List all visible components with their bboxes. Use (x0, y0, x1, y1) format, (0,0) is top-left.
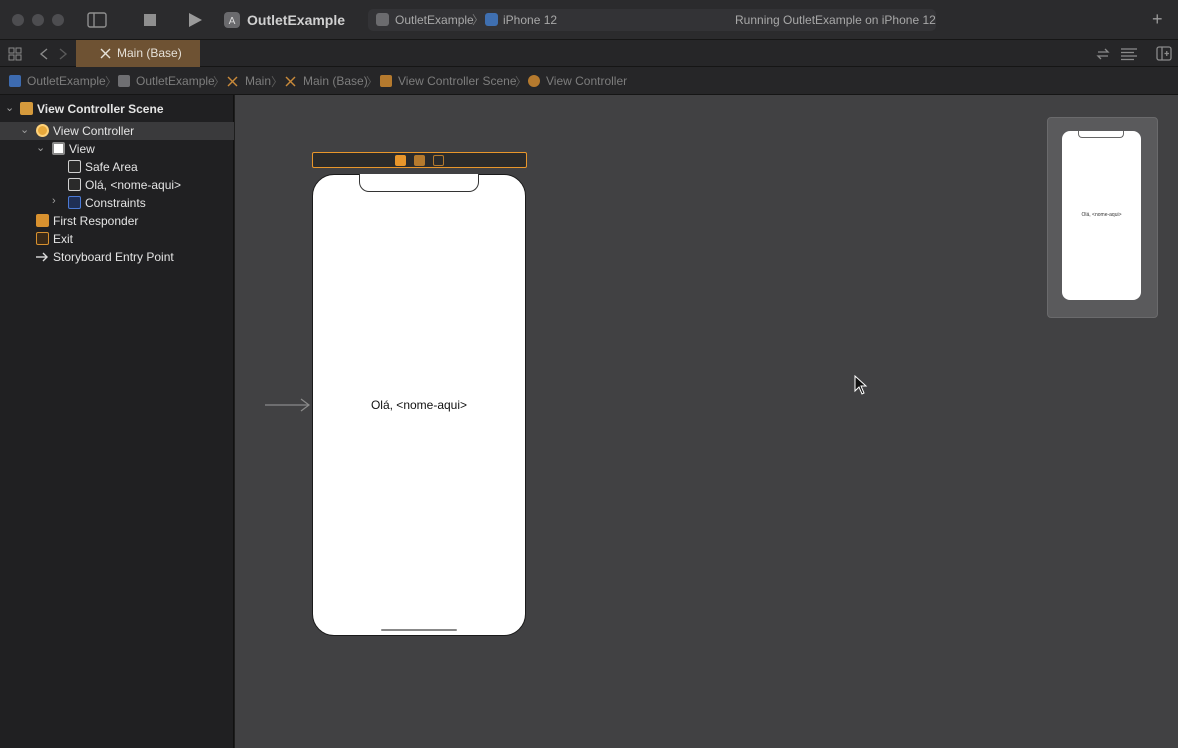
chevron-right-icon: 〉 (105, 75, 118, 89)
scheme-app-icon (376, 13, 389, 26)
storyboard-icon (100, 48, 111, 59)
chevron-right-icon: 〉 (366, 75, 379, 89)
outline-item-safe-area[interactable]: Safe Area (0, 158, 234, 176)
chevron-right-icon: 〉 (271, 75, 284, 89)
minimap-label: Olá, <nome-aqui> (1081, 212, 1122, 218)
svg-text:A: A (229, 16, 236, 27)
device-notch (1078, 131, 1124, 138)
chevron-down-icon[interactable]: ⌄ (20, 123, 29, 136)
outline-item-label: Safe Area (85, 160, 138, 174)
breadcrumb-item[interactable]: Main (245, 74, 271, 88)
chevron-right-icon[interactable]: › (52, 195, 56, 207)
chevron-down-icon[interactable]: ⌄ (5, 101, 14, 114)
first-responder-icon[interactable] (414, 155, 425, 166)
breadcrumb: OutletExample 〉 OutletExample 〉 Main 〉 M… (0, 67, 1178, 95)
breadcrumb-item[interactable]: OutletExample (27, 74, 106, 88)
project-icon (9, 75, 21, 87)
chevron-down-icon[interactable]: ⌄ (36, 141, 45, 154)
breadcrumb-item[interactable]: Main (Base) (303, 74, 368, 88)
outline-item-view-controller[interactable]: ⌄ View Controller (0, 122, 234, 140)
view-controller-icon[interactable] (395, 155, 406, 166)
outline-item-constraints[interactable]: › Constraints (0, 194, 234, 212)
xcode-app-icon: A (224, 12, 240, 28)
home-indicator (381, 629, 457, 631)
tab-main-base[interactable]: Main (Base) (76, 40, 200, 67)
minimap[interactable]: Olá, <nome-aqui> (1047, 117, 1158, 318)
forward-icon[interactable] (57, 47, 69, 61)
minimize-window-button[interactable] (32, 14, 44, 26)
chevron-right-icon: 〉 (472, 13, 485, 27)
scheme-project-label: OutletExample (395, 13, 474, 27)
zoom-window-button[interactable] (52, 14, 64, 26)
view-controller-icon (36, 124, 49, 137)
view-controller-icon (528, 75, 540, 87)
device-notch (359, 174, 479, 192)
scheme-device-label[interactable]: iPhone 12 (503, 13, 557, 27)
chevron-right-icon: 〉 (515, 75, 528, 89)
view-controller-frame[interactable]: Olá, <nome-aqui> (312, 174, 526, 636)
safe-area-icon (68, 160, 81, 173)
outline-item-label: View Controller Scene (37, 102, 164, 116)
outline-item-label: Exit (53, 232, 74, 246)
storyboard-icon (285, 76, 296, 87)
breadcrumb-item[interactable]: View Controller (546, 74, 627, 88)
greeting-label[interactable]: Olá, <nome-aqui> (313, 398, 525, 412)
entry-point-arrow-icon[interactable] (265, 396, 311, 414)
document-outline: ⌄ View Controller Scene ⌄ View Controlle… (0, 95, 234, 748)
activity-status: Running OutletExample on iPhone 12 (735, 13, 936, 27)
scheme-selector[interactable]: OutletExample 〉 iPhone 12 Running Outlet… (368, 9, 936, 31)
outline-item-label: First Responder (53, 214, 139, 228)
add-editor-icon[interactable] (1156, 46, 1172, 61)
outline-item-label: Storyboard Entry Point (53, 250, 174, 264)
outline-item-label: Olá, <nome-aqui> (85, 178, 182, 192)
tab-label: Main (Base) (117, 46, 182, 60)
breadcrumb-item[interactable]: View Controller Scene (398, 74, 517, 88)
swap-icon[interactable] (1096, 47, 1110, 61)
outline-item-first-responder[interactable]: First Responder (0, 212, 234, 230)
view-icon (52, 142, 65, 155)
outline-item-label-element[interactable]: Olá, <nome-aqui> (0, 176, 234, 194)
outline-item-label: View (69, 142, 95, 156)
exit-icon (36, 232, 49, 245)
outline-item-label: View Controller (53, 124, 135, 138)
breadcrumb-item[interactable]: OutletExample (136, 74, 215, 88)
outline-item-exit[interactable]: Exit (0, 230, 234, 248)
scene-icon (20, 102, 33, 115)
mouse-cursor-icon (854, 375, 868, 395)
arrow-right-icon (36, 252, 48, 262)
outline-item-view[interactable]: ⌄ View (0, 140, 234, 158)
close-window-button[interactable] (12, 14, 24, 26)
navigator-toggle-icon[interactable] (87, 12, 107, 28)
add-icon[interactable]: + (1152, 9, 1163, 30)
minimap-scene[interactable]: Olá, <nome-aqui> (1062, 131, 1141, 300)
storyboard-canvas[interactable]: Olá, <nome-aqui> Olá, <nome-aqui> (235, 95, 1178, 748)
outline-item-label: Constraints (85, 196, 146, 210)
exit-icon[interactable] (433, 155, 444, 166)
outline-item-entry-point[interactable]: Storyboard Entry Point (0, 248, 234, 266)
tab-bar: Main (Base) (0, 40, 1178, 67)
storyboard-icon (227, 76, 238, 87)
constraints-icon (68, 196, 81, 209)
grid-icon[interactable] (8, 47, 22, 61)
label-icon (68, 178, 81, 191)
folder-icon (118, 75, 130, 87)
lines-icon[interactable] (1120, 47, 1138, 61)
chevron-right-icon: 〉 (213, 75, 226, 89)
back-icon[interactable] (38, 47, 50, 61)
scene-dock[interactable] (312, 152, 527, 168)
toolbar: A OutletExample OutletExample 〉 iPhone 1… (0, 0, 1178, 40)
first-responder-icon (36, 214, 49, 227)
project-title: OutletExample (247, 12, 346, 28)
device-icon (485, 13, 498, 26)
scene-icon (380, 75, 392, 87)
outline-item-scene[interactable]: ⌄ View Controller Scene (0, 100, 234, 118)
stop-icon[interactable] (143, 13, 157, 27)
run-icon[interactable] (187, 12, 203, 28)
